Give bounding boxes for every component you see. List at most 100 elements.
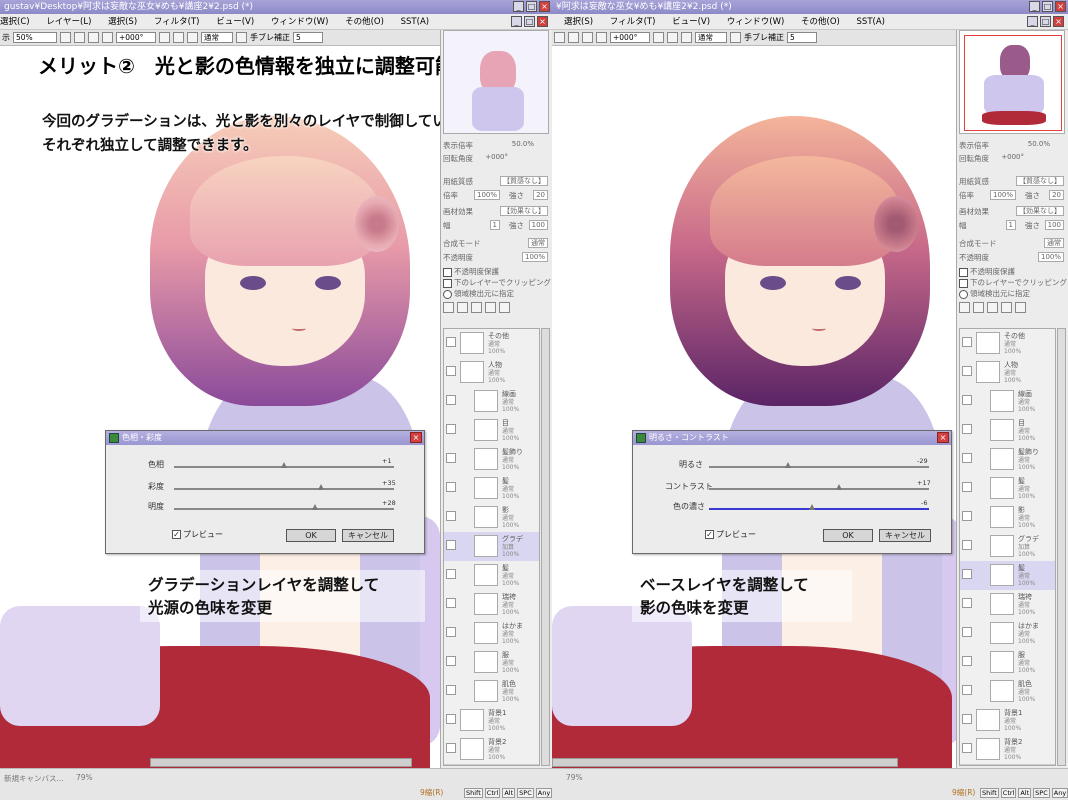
visibility-eye-icon[interactable] <box>446 656 456 666</box>
opacity-slider[interactable]: 100% <box>1037 252 1064 262</box>
visibility-eye-icon[interactable] <box>962 685 972 695</box>
layer-row[interactable]: 人物 通常 100% <box>960 358 1055 388</box>
visibility-eye-icon[interactable] <box>446 424 456 434</box>
drawing-canvas[interactable] <box>552 46 956 768</box>
layer-scrollbar[interactable] <box>1057 328 1066 766</box>
menu-item-select-c[interactable]: 選択(C) <box>0 17 30 27</box>
new-folder-icon[interactable] <box>973 302 984 313</box>
display-mode-select[interactable]: 通常 <box>695 32 727 43</box>
visibility-eye-icon[interactable] <box>446 743 456 753</box>
layer-row[interactable]: 背景2 通常 100% <box>444 735 539 765</box>
rotation-select[interactable]: +000° <box>610 32 650 43</box>
layer-row[interactable]: 線画 通常 100% <box>444 387 539 417</box>
cancel-button[interactable]: キャンセル <box>342 529 394 542</box>
rotation-select[interactable]: +000° <box>116 32 156 43</box>
visibility-eye-icon[interactable] <box>446 453 456 463</box>
effect-select[interactable]: 【効果なし】 <box>500 206 548 216</box>
paper-scale-value[interactable]: 100% <box>473 190 500 200</box>
menu-item-other[interactable]: その他(O) <box>345 17 384 27</box>
rotate-right-icon[interactable] <box>667 32 678 43</box>
minimize-button[interactable]: _ <box>1029 1 1040 12</box>
layer-row[interactable]: 髪通常 100% <box>444 474 539 504</box>
layer-row[interactable]: はかま 通常 100% <box>960 619 1055 649</box>
slider-thumb[interactable] <box>835 484 842 490</box>
stabilizer-select[interactable]: 5 <box>293 32 323 43</box>
layer-row[interactable]: 瑞袴 通常 100% <box>960 590 1055 620</box>
zoom-out-icon[interactable] <box>60 32 71 43</box>
visibility-eye-icon[interactable] <box>446 540 456 550</box>
menu-item-layer[interactable]: レイヤー(L) <box>46 17 91 27</box>
doc-maximize-button[interactable]: □ <box>524 16 535 27</box>
layer-row[interactable]: その他 通常 100% <box>444 329 539 359</box>
visibility-eye-icon[interactable] <box>446 337 456 347</box>
menu-item-window[interactable]: ウィンドウ(W) <box>727 17 785 27</box>
visibility-eye-icon[interactable] <box>446 598 456 608</box>
visibility-eye-icon[interactable] <box>446 569 456 579</box>
rotate-left-icon[interactable] <box>653 32 664 43</box>
layer-row[interactable]: 背景2 通常 100% <box>960 735 1055 765</box>
layer-row[interactable]: 髪飾り 通常 100% <box>444 445 539 475</box>
new-layer-icon[interactable] <box>443 302 454 313</box>
layer-row[interactable]: 目通常 100% <box>444 416 539 446</box>
horizontal-scrollbar[interactable] <box>552 758 898 767</box>
copy-layer-icon[interactable] <box>987 302 998 313</box>
navigator-thumbnail[interactable] <box>443 30 549 134</box>
visibility-eye-icon[interactable] <box>962 714 972 724</box>
slider-track[interactable] <box>709 466 929 468</box>
paper-strength-value[interactable]: 20 <box>1049 190 1064 200</box>
slider-thumb[interactable] <box>311 504 318 510</box>
layer-row[interactable]: 目通常 100% <box>960 416 1055 446</box>
clip-row[interactable]: 下のレイヤーでクリッピング <box>443 277 551 288</box>
visibility-eye-icon[interactable] <box>962 656 972 666</box>
visibility-eye-icon[interactable] <box>962 424 972 434</box>
preview-checkbox[interactable]: ✓ プレビュー <box>172 529 223 540</box>
clip-row[interactable]: 下のレイヤーでクリッピング <box>959 277 1067 288</box>
merge-layer-icon[interactable] <box>1001 302 1012 313</box>
layer-row[interactable]: 背景1 通常 100% <box>444 706 539 736</box>
menu-item-other[interactable]: その他(O) <box>801 17 840 27</box>
protect-row[interactable]: 不透明度保護 <box>443 266 550 277</box>
effect-select[interactable]: 【効果なし】 <box>1016 206 1064 216</box>
rotate-reset-icon[interactable] <box>187 32 198 43</box>
doc-minimize-button[interactable]: _ <box>1027 16 1038 27</box>
visibility-eye-icon[interactable] <box>446 627 456 637</box>
layer-row[interactable]: グラデ 加算 100% <box>960 532 1055 562</box>
layer-row[interactable]: 髪通常 100% <box>444 561 539 591</box>
zoom-in-icon[interactable] <box>568 32 579 43</box>
slider-track[interactable] <box>174 508 394 510</box>
zoom-fit-icon[interactable] <box>102 32 113 43</box>
doc-minimize-button[interactable]: _ <box>511 16 522 27</box>
zoom-reset-icon[interactable] <box>582 32 593 43</box>
layer-row[interactable]: 肌色 通常 100% <box>444 677 539 707</box>
slider-track[interactable] <box>709 488 929 490</box>
layer-scrollbar[interactable] <box>541 328 550 766</box>
ref-row[interactable]: 領域検出元に指定 <box>443 288 550 299</box>
slider-thumb[interactable] <box>318 484 325 490</box>
slider-thumb[interactable] <box>785 462 792 468</box>
cancel-button[interactable]: キャンセル <box>879 529 931 542</box>
slider-track[interactable] <box>174 488 394 490</box>
slider-thumb[interactable] <box>281 462 287 468</box>
layer-row[interactable]: 服通常 100% <box>444 648 539 678</box>
layer-row[interactable]: はかま 通常 100% <box>444 619 539 649</box>
doc-close-button[interactable]: × <box>1053 16 1064 27</box>
visibility-eye-icon[interactable] <box>446 714 456 724</box>
visibility-eye-icon[interactable] <box>446 366 456 376</box>
stabilizer-select[interactable]: 5 <box>787 32 817 43</box>
new-layer-icon[interactable] <box>959 302 970 313</box>
slider-thumb[interactable] <box>809 504 816 510</box>
visibility-eye-icon[interactable] <box>962 366 972 376</box>
flip-icon[interactable] <box>730 32 741 43</box>
doc-maximize-button[interactable]: □ <box>1040 16 1051 27</box>
new-folder-icon[interactable] <box>457 302 468 313</box>
rotate-reset-icon[interactable] <box>681 32 692 43</box>
menu-item-view[interactable]: ビュー(V) <box>672 17 710 27</box>
rotate-left-icon[interactable] <box>159 32 170 43</box>
close-button[interactable]: × <box>539 1 550 12</box>
slider-track[interactable] <box>709 508 929 510</box>
layer-row[interactable]: 瑞袴 通常 100% <box>444 590 539 620</box>
paper-scale-value[interactable]: 100% <box>989 190 1016 200</box>
paper-strength-value[interactable]: 20 <box>533 190 548 200</box>
effect-strength-value[interactable]: 100 <box>528 220 548 230</box>
paper-select[interactable]: 【質感なし】 <box>500 176 548 186</box>
